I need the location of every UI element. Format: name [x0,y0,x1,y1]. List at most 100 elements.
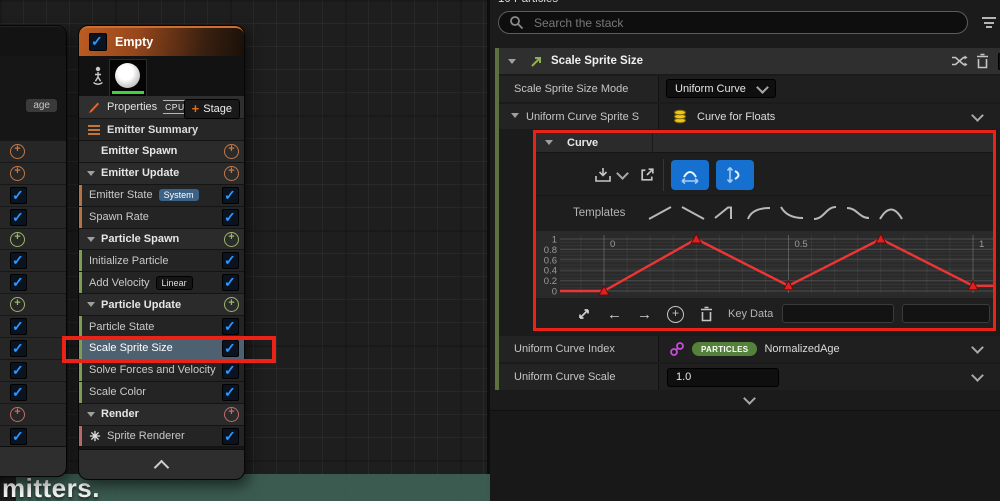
stack-row-solve-forces-and-velocity[interactable]: Solve Forces and Velocity [79,360,244,381]
fit-vertical-button[interactable] [716,160,754,190]
module-checkbox[interactable] [222,252,239,269]
ghost-stack-row[interactable] [0,316,66,337]
key-data-field-2[interactable] [902,304,990,323]
index-value-area[interactable]: PARTICLES NormalizedAge [658,336,1000,362]
ghost-stack-row[interactable] [0,294,66,315]
add-module-button[interactable] [224,407,239,422]
ghost-stack-row[interactable] [0,404,66,425]
source-value-area[interactable]: Curve for Floats [658,104,1000,129]
stack-row-emitter-spawn[interactable]: Emitter Spawn [79,141,244,162]
scale-input[interactable] [667,368,779,387]
emitter-thumbnail[interactable] [109,59,147,97]
module-checkbox[interactable] [10,384,27,401]
module-checkbox[interactable] [10,187,27,204]
module-checkbox[interactable] [222,318,239,335]
module-checkbox[interactable] [222,362,239,379]
search-bar[interactable] [498,11,968,34]
stack-row-sprite-renderer[interactable]: Sprite Renderer [79,426,244,447]
module-checkbox[interactable] [10,428,27,445]
stack-row-particle-state[interactable]: Particle State [79,316,244,337]
ghost-node-footer[interactable] [0,446,66,476]
delete-key-icon[interactable] [700,306,713,322]
stack-row-particle-update[interactable]: Particle Update [79,294,244,315]
ghost-emitter-node[interactable]: age [0,25,67,477]
template-peak-icon[interactable] [878,205,904,221]
ghost-stack-row[interactable] [0,229,66,250]
stack-row-emitter-update[interactable]: Emitter Update [79,163,244,184]
emitter-enabled-checkbox[interactable] [89,33,107,51]
row-emitter-summary[interactable]: Emitter Summary [79,119,244,141]
template-ease-out-rise-icon[interactable] [746,205,772,221]
ghost-stack-row[interactable] [0,185,66,206]
template-linear-rise-icon[interactable] [647,205,673,221]
module-checkbox[interactable] [222,274,239,291]
collapse-arrow-icon[interactable] [87,302,95,307]
ghost-stack-row[interactable] [0,382,66,403]
search-input[interactable] [532,15,957,31]
module-checkbox[interactable] [222,187,239,204]
panel-expander[interactable] [499,392,1000,408]
stack-row-add-velocity[interactable]: Add VelocityLinear [79,272,244,293]
curve-plot[interactable]: 00.5110.80.60.40.20 [536,231,993,298]
add-module-button[interactable] [10,144,25,159]
add-key-icon[interactable] [667,306,684,323]
stack-row-scale-sprite-size[interactable]: Scale Sprite Size [79,338,244,359]
row-properties[interactable]: Properties CPU + Stage [79,96,244,119]
filter-icon[interactable] [982,17,997,31]
collapse-arrow-icon[interactable] [87,412,95,417]
module-checkbox[interactable] [10,318,27,335]
stack-row-emitter-state[interactable]: Emitter StateSystem [79,185,244,206]
collapse-arrow-icon[interactable] [508,59,516,64]
add-module-button[interactable] [224,166,239,181]
collapse-arrow-icon[interactable] [87,237,95,242]
module-checkbox[interactable] [10,252,27,269]
stack-row-scale-color[interactable]: Scale Color [79,382,244,403]
stack-row-initialize-particle[interactable]: Initialize Particle [79,250,244,271]
add-module-button[interactable] [224,297,239,312]
fit-horizontal-button[interactable] [671,160,709,190]
key-data-field-1[interactable] [782,304,894,323]
add-module-button[interactable] [224,232,239,247]
module-checkbox[interactable] [10,274,27,291]
template-rise-drop-icon[interactable] [713,205,739,221]
ghost-stack-row[interactable] [0,360,66,381]
template-linear-fall-icon[interactable] [680,205,706,221]
collapse-arrow-icon[interactable] [511,113,519,118]
ghost-stack-row[interactable] [0,207,66,228]
emitter-header[interactable]: Empty [79,26,244,56]
external-link-icon[interactable] [639,166,656,183]
ghost-stack-row[interactable] [0,426,66,447]
module-checkbox[interactable] [222,428,239,445]
ghost-node-header[interactable] [0,26,66,56]
module-checkbox[interactable] [222,209,239,226]
left-arrow-icon[interactable]: ← [607,307,622,322]
stack-row-particle-spawn[interactable]: Particle Spawn [79,229,244,250]
emitter-node-empty[interactable]: Empty Properties CPU + Stage [78,25,245,480]
add-module-button[interactable] [10,297,25,312]
ghost-stack-row[interactable] [0,338,66,359]
module-checkbox[interactable] [10,362,27,379]
mode-dropdown[interactable]: Uniform Curve [666,79,776,98]
collapse-arrow-icon[interactable] [87,171,95,176]
add-stage-button[interactable]: + Stage [184,99,240,119]
chevron-down-icon[interactable] [971,369,984,382]
add-module-button[interactable] [10,407,25,422]
right-arrow-icon[interactable]: → [637,307,652,322]
expand-icon[interactable] [577,307,591,321]
curve-header[interactable]: Curve [536,133,993,153]
ghost-stack-row[interactable] [0,272,66,293]
add-module-button[interactable] [10,166,25,181]
chevron-down-icon[interactable] [616,167,629,180]
ghost-stack-row[interactable] [0,163,66,184]
module-checkbox[interactable] [10,340,27,357]
trash-icon[interactable] [976,53,989,69]
module-checkbox[interactable] [222,384,239,401]
stack-row-render[interactable]: Render [79,404,244,425]
save-curve-icon[interactable] [592,166,614,184]
ghost-stack-row[interactable] [0,141,66,162]
chevron-down-icon[interactable] [971,109,984,122]
template-s-curve-rise-icon[interactable] [812,205,838,221]
add-module-button[interactable] [224,144,239,159]
emitter-node-footer[interactable] [79,449,244,479]
scale-sprite-size-header[interactable]: Scale Sprite Size [499,48,1000,74]
